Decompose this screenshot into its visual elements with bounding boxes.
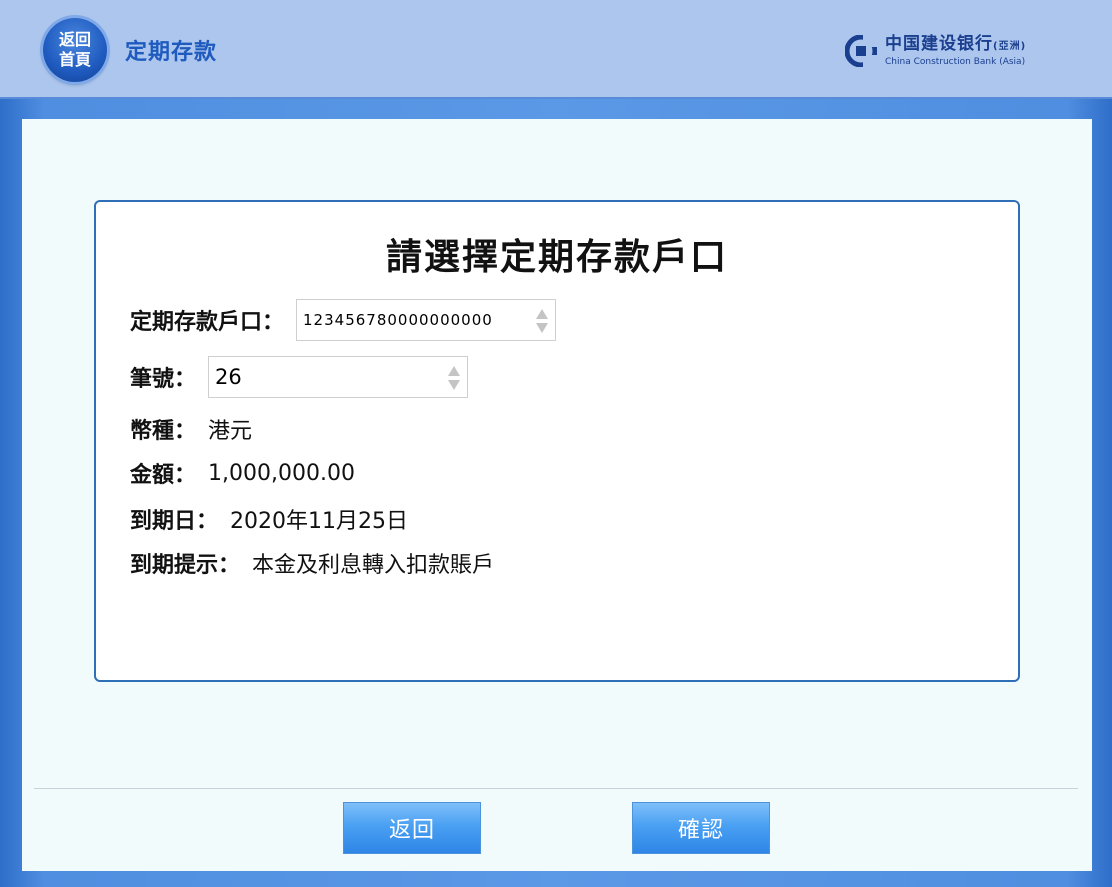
currency-row: 幣種： 港元: [130, 413, 252, 445]
maturity-instruction-label: 到期提示：: [130, 553, 241, 578]
confirm-button[interactable]: 確認: [632, 802, 770, 854]
maturity-date-label: 到期日：: [130, 509, 219, 534]
amount-label: 金額：: [130, 463, 197, 488]
batch-row: 筆號： 26: [130, 356, 469, 398]
account-value: 123456780000000000: [303, 311, 493, 329]
batch-select[interactable]: 26: [208, 356, 469, 398]
card-title: 請選擇定期存款戶口: [385, 237, 728, 278]
maturity-instruction-row: 到期提示： 本金及利息轉入扣款賬戶: [130, 547, 494, 579]
logo-chinese-suffix: (亞洲): [993, 41, 1027, 52]
account-select[interactable]: 123456780000000000: [296, 299, 557, 341]
up-down-arrows-icon: [448, 366, 461, 390]
home-button[interactable]: 返回 首頁: [43, 18, 107, 82]
maturity-instruction-value: 本金及利息轉入扣款賬戶: [252, 553, 495, 578]
amount-row: 金額： 1,000,000.00: [130, 457, 355, 489]
currency-label: 幣種：: [130, 419, 197, 444]
up-down-arrows-icon: [536, 309, 549, 333]
maturity-date-row: 到期日： 2020年11月25日: [130, 503, 408, 535]
page-title: 定期存款: [125, 40, 218, 65]
ccb-logo-icon: [845, 35, 877, 67]
maturity-date-value: 2020年11月25日: [230, 509, 408, 534]
footer-divider: [34, 788, 1078, 789]
deposit-selection-card: 請選擇定期存款戶口 定期存款戶口： 123456780000000000 筆號：…: [94, 200, 1020, 682]
batch-label: 筆號：: [130, 367, 197, 392]
account-row: 定期存款戶口： 123456780000000000: [130, 299, 557, 341]
back-button[interactable]: 返回: [343, 802, 481, 854]
bank-logo: 中国建设银行(亞洲) China Construction Bank (Asia…: [845, 33, 1026, 69]
main-panel: 請選擇定期存款戶口 定期存款戶口： 123456780000000000 筆號：…: [22, 119, 1092, 871]
currency-value: 港元: [208, 419, 253, 444]
amount-value: 1,000,000.00: [208, 460, 355, 486]
home-label-line2: 首頁: [58, 50, 91, 69]
logo-english-name: China Construction Bank (Asia): [885, 57, 1026, 67]
header-bar: 返回 首頁 定期存款 中国建设银行(亞洲) China Construction…: [0, 0, 1112, 99]
batch-value: 26: [215, 365, 242, 389]
home-label-line1: 返回: [58, 30, 91, 49]
account-label: 定期存款戶口：: [130, 310, 285, 335]
logo-chinese-name: 中国建设银行: [885, 34, 993, 54]
